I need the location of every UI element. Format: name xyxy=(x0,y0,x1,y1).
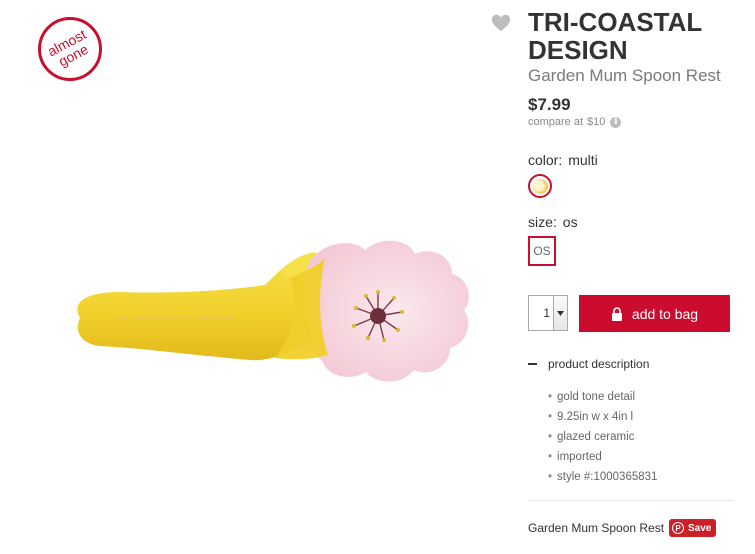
description-heading: product description xyxy=(548,357,650,371)
list-item: • glazed ceramic xyxy=(548,431,635,443)
product-description-toggle[interactable]: product description xyxy=(528,357,649,371)
color-label-row: color: multi xyxy=(528,152,598,168)
quantity-select[interactable]: 1 xyxy=(528,295,568,331)
swatch-color-icon xyxy=(532,178,548,194)
list-item: • imported xyxy=(548,451,602,463)
pinterest-save-button[interactable]: P Save xyxy=(669,519,717,537)
size-value: os xyxy=(562,214,578,230)
badge-text: almost gone xyxy=(44,26,91,70)
minus-icon xyxy=(528,363,537,365)
footer-product-name: Garden Mum Spoon Rest xyxy=(528,521,665,535)
info-icon[interactable]: i xyxy=(610,116,622,128)
description-list: • gold tone detail • 9.25in w x 4in l • gla… xyxy=(548,390,657,490)
lock-bag-icon xyxy=(611,306,622,321)
heart-icon[interactable] xyxy=(490,12,512,34)
list-item: • gold tone detail xyxy=(548,391,636,403)
product-image xyxy=(77,240,469,382)
product-name: Garden Mum Spoon Rest xyxy=(528,66,721,85)
quantity-value: 1 xyxy=(543,306,550,320)
compare-label: compare at xyxy=(528,116,584,128)
pinterest-icon: P xyxy=(672,522,684,534)
size-label-row: size: os xyxy=(528,214,578,230)
add-to-bag-button[interactable]: add to bag xyxy=(579,295,730,332)
color-value: multi xyxy=(568,152,598,168)
compare-price: compare at $10 i xyxy=(528,116,622,128)
size-label: size: xyxy=(528,214,557,230)
color-label: color: xyxy=(528,152,563,168)
pin-save-label: Save xyxy=(688,522,712,534)
compare-value: $10 xyxy=(587,116,606,128)
price: $7.99 xyxy=(528,95,571,114)
brand-title: TRI-COASTAL DESIGN xyxy=(528,7,702,65)
divider xyxy=(528,500,733,501)
almost-gone-badge: almost gone xyxy=(38,17,102,81)
color-swatch[interactable] xyxy=(528,174,552,198)
add-to-bag-label: add to bag xyxy=(631,305,699,322)
size-option[interactable]: OS xyxy=(528,236,556,266)
list-item: • style #:1000365831 xyxy=(548,471,658,483)
list-item: • 9.25in w x 4in l xyxy=(548,411,634,423)
chevron-down-icon[interactable] xyxy=(553,296,567,330)
